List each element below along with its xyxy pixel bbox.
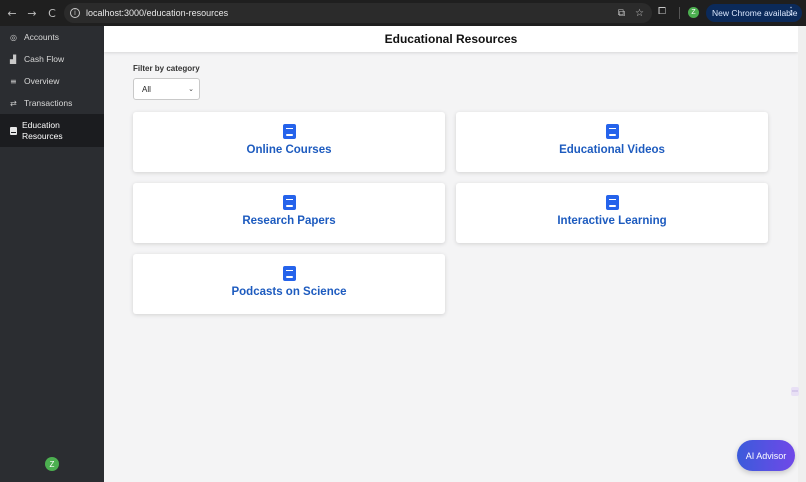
accounts-icon: ◎ (10, 32, 17, 42)
card-title: Podcasts on Science (231, 286, 347, 298)
browser-toolbar: ← → C i localhost:3000/education-resourc… (0, 0, 806, 26)
page-title: Educational Resources (384, 32, 518, 46)
sidebar-item-accounts[interactable]: ◎ Accounts (0, 26, 104, 48)
back-icon[interactable]: ← (2, 0, 22, 26)
update-label: New Chrome available (712, 8, 798, 18)
reload-icon[interactable]: C (42, 0, 62, 26)
chevron-down-icon: ⌄ (188, 85, 194, 93)
card-title: Research Papers (242, 215, 336, 227)
address-bar[interactable]: i localhost:3000/education-resources ⧉ ☆ (64, 3, 652, 23)
sidebar-item-label: Overview (24, 76, 60, 86)
sidebar-item-label: Cash Flow (24, 54, 65, 64)
toolbar-divider (679, 7, 680, 19)
profile-avatar[interactable]: Z (688, 7, 699, 18)
filter-selected-value: All (142, 84, 151, 94)
resource-card-podcasts-on-science[interactable]: Podcasts on Science (133, 254, 445, 314)
bookmark-star-icon[interactable]: ☆ (635, 8, 644, 19)
book-icon (605, 124, 619, 139)
overview-icon: ≡ (10, 76, 17, 86)
transactions-icon: ⇄ (10, 98, 17, 108)
page-scrollbar[interactable] (798, 26, 806, 482)
sidebar-item-label: Education Resources (22, 119, 63, 141)
site-info-icon[interactable]: i (70, 8, 80, 18)
sidebar-item-education-resources[interactable]: Education Resources (0, 114, 104, 147)
book-icon (282, 195, 296, 210)
sidebar-item-label: Accounts (24, 32, 59, 42)
url-text[interactable]: localhost:3000/education-resources (86, 8, 228, 18)
sidebar: ◎ Accounts ▟ Cash Flow ≡ Overview ⇄ Tran… (0, 26, 104, 482)
card-title: Interactive Learning (557, 215, 667, 227)
ai-advisor-label: AI Advisor (745, 450, 787, 461)
filter-label: Filter by category (133, 64, 200, 73)
category-filter-select[interactable]: All ⌄ (133, 78, 200, 100)
sidebar-item-label: Transactions (24, 98, 73, 108)
sidebar-item-transactions[interactable]: ⇄ Transactions (0, 92, 104, 114)
floating-widget-icon[interactable]: ⋯ (791, 387, 799, 396)
card-title: Online Courses (246, 144, 332, 156)
resource-card-online-courses[interactable]: Online Courses (133, 112, 445, 172)
card-title: Educational Videos (559, 144, 665, 156)
cash-flow-icon: ▟ (10, 54, 17, 64)
book-icon (282, 124, 296, 139)
book-icon (282, 266, 296, 281)
sidebar-item-overview[interactable]: ≡ Overview (0, 70, 104, 92)
resource-card-interactive-learning[interactable]: Interactive Learning (456, 183, 768, 243)
page-header: Educational Resources (104, 26, 798, 52)
book-icon (10, 126, 17, 135)
chrome-update-button[interactable]: New Chrome available ⋮ (706, 4, 802, 22)
install-app-icon[interactable]: ⧉ (618, 8, 625, 19)
forward-icon[interactable]: → (22, 0, 42, 26)
resource-card-educational-videos[interactable]: Educational Videos (456, 112, 768, 172)
more-menu-icon[interactable]: ⋮ (786, 6, 796, 17)
book-icon (605, 195, 619, 210)
sidebar-item-cash-flow[interactable]: ▟ Cash Flow (0, 48, 104, 70)
main-content: Educational Resources Filter by category… (104, 26, 798, 482)
ai-advisor-button[interactable]: AI Advisor (737, 440, 795, 471)
user-avatar[interactable]: Z (45, 457, 59, 471)
extensions-icon[interactable]: ⧠ (658, 6, 666, 17)
resource-card-research-papers[interactable]: Research Papers (133, 183, 445, 243)
